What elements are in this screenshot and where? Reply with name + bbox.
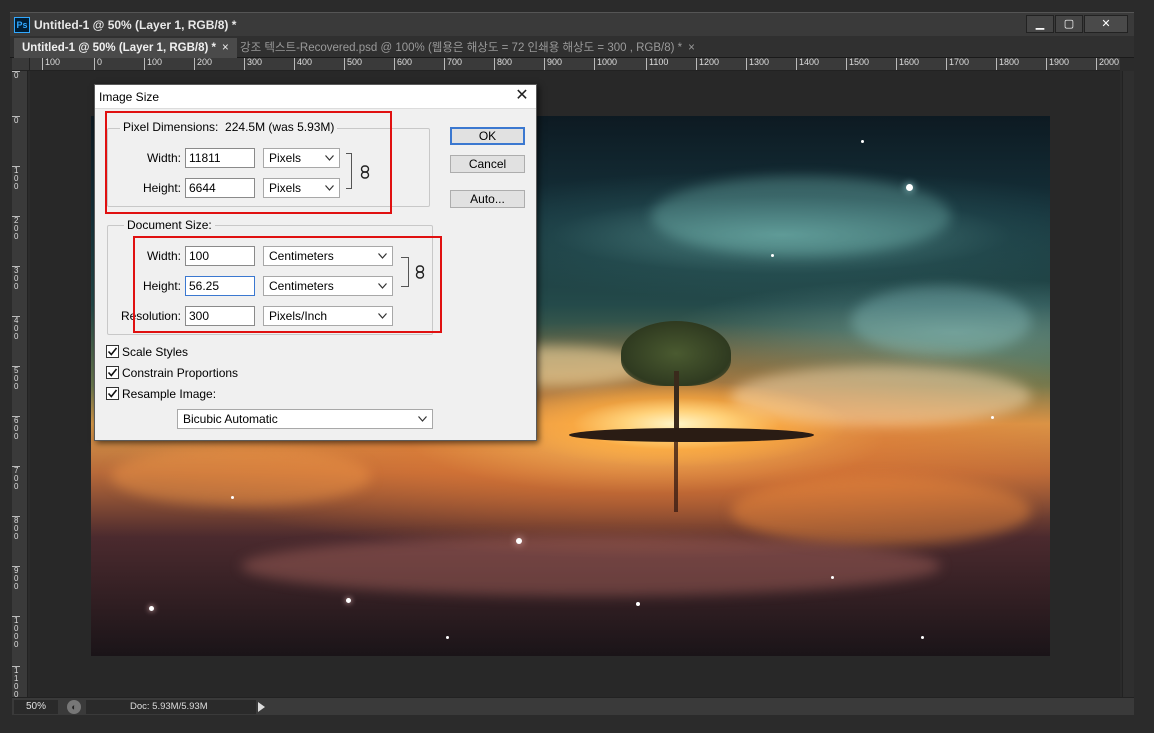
ruler-tick-label: 500 — [344, 58, 362, 70]
vertical-ruler[interactable]: 0 0 100 200 300 400 500 600 700 800 900 1000 1100 — [12, 71, 28, 697]
ruler-tick-label: 900 — [12, 566, 20, 591]
star — [991, 416, 994, 419]
resample-image-checkbox[interactable] — [106, 387, 119, 400]
ruler-tick-label: 1700 — [946, 58, 969, 70]
star — [149, 606, 154, 611]
window-titlebar[interactable]: Ps Untitled-1 @ 50% (Layer 1, RGB/8) * ▁… — [10, 12, 1134, 36]
star — [516, 538, 522, 544]
image-size-dialog: Image Size ✕ Pixel Dimensions: 224.5M (w… — [94, 84, 537, 441]
milky-way — [851, 286, 1031, 356]
star — [831, 576, 834, 579]
dialog-close-icon[interactable]: ✕ — [513, 87, 531, 105]
chevron-down-icon — [418, 416, 427, 422]
ruler-origin[interactable] — [12, 58, 30, 71]
ruler-tick-label: 400 — [12, 316, 20, 341]
ruler-tick-label: 300 — [12, 266, 20, 291]
cloud-shape — [731, 476, 1031, 546]
ruler-tick-label: 1200 — [696, 58, 719, 70]
ruler-tick-label: 800 — [494, 58, 512, 70]
ruler-tick-label: 800 — [12, 516, 20, 541]
tab-close-icon[interactable]: × — [222, 42, 229, 54]
cancel-button[interactable]: Cancel — [450, 155, 525, 173]
tab-recovered-psd[interactable]: 강조 텍스트-Recovered.psd @ 100% (웹용은 해상도 = 7… — [232, 38, 703, 58]
tree-reflection — [674, 442, 678, 512]
ruler-tick-label: 0 — [12, 71, 20, 80]
auto-button[interactable]: Auto... — [450, 190, 525, 208]
ruler-tick-label: 100 — [12, 166, 20, 191]
tab-label: 강조 텍스트-Recovered.psd @ 100% (웹용은 해상도 = 7… — [240, 42, 683, 54]
ruler-tick-label: 900 — [544, 58, 562, 70]
star — [636, 602, 640, 606]
minimize-button[interactable]: ▁ — [1026, 15, 1054, 33]
star — [921, 636, 924, 639]
cloud-shape — [111, 446, 371, 506]
ruler-tick-label: 600 — [12, 416, 20, 441]
star — [771, 254, 774, 257]
close-window-button[interactable]: ✕ — [1084, 15, 1128, 33]
ruler-tick-label: 1000 — [12, 616, 20, 649]
island-shape — [569, 428, 814, 442]
share-icon[interactable]: ◐ — [67, 700, 81, 714]
ruler-tick-label: 1800 — [996, 58, 1019, 70]
checkmark-icon — [107, 389, 118, 398]
ruler-tick-label: 700 — [12, 466, 20, 491]
constrain-proportions-label[interactable]: Constrain Proportions — [122, 366, 238, 380]
ruler-tick-label: 100 — [42, 58, 60, 70]
window-title: Untitled-1 @ 50% (Layer 1, RGB/8) * — [34, 18, 237, 32]
document-tab-bar: Untitled-1 @ 50% (Layer 1, RGB/8) * × 강조 … — [10, 36, 1134, 58]
ruler-tick-label: 1100 — [12, 666, 20, 697]
ruler-tick-label: 0 — [12, 116, 20, 125]
checkmark-icon — [107, 368, 118, 377]
ruler-tick-label: 2000 — [1096, 58, 1119, 70]
ruler-tick-label: 400 — [294, 58, 312, 70]
checkmark-icon — [107, 347, 118, 356]
scale-styles-label[interactable]: Scale Styles — [122, 345, 188, 359]
star — [906, 184, 913, 191]
scale-styles-checkbox[interactable] — [106, 345, 119, 358]
ruler-tick-label: 500 — [12, 366, 20, 391]
ruler-tick-label: 1300 — [746, 58, 769, 70]
ruler-tick-label: 100 — [144, 58, 162, 70]
photoshop-window: Ps Untitled-1 @ 50% (Layer 1, RGB/8) * ▁… — [0, 0, 1154, 733]
star — [446, 636, 449, 639]
tab-close-icon[interactable]: × — [688, 42, 695, 54]
vertical-scrollbar[interactable] — [1122, 71, 1134, 697]
resample-image-label[interactable]: Resample Image: — [122, 387, 216, 401]
ruler-tick-label: 600 — [394, 58, 412, 70]
document-size-info: Doc: 5.93M/5.93M — [86, 700, 256, 714]
highlight-box-pixel-dimensions — [105, 111, 392, 214]
status-menu-arrow-icon[interactable] — [258, 702, 265, 712]
ruler-tick-label: 1100 — [646, 58, 668, 70]
ruler-tick-label: 1900 — [1046, 58, 1069, 70]
constrain-proportions-checkbox[interactable] — [106, 366, 119, 379]
ruler-tick-label: 1500 — [846, 58, 869, 70]
ruler-tick-label: 200 — [194, 58, 212, 70]
zoom-level-field[interactable]: 50% — [14, 700, 58, 714]
star — [346, 598, 351, 603]
ruler-tick-label: 1400 — [796, 58, 819, 70]
star — [861, 140, 864, 143]
ok-button[interactable]: OK — [450, 127, 525, 145]
tree-trunk — [674, 371, 679, 436]
ruler-tick-label: 700 — [444, 58, 462, 70]
photoshop-app-icon: Ps — [14, 17, 30, 33]
dialog-title: Image Size — [99, 90, 160, 104]
maximize-button[interactable]: ▢ — [1055, 15, 1083, 33]
ruler-tick-label: 0 — [94, 58, 102, 70]
star — [231, 496, 234, 499]
cloud-shape — [241, 536, 941, 596]
ruler-tick-label: 300 — [244, 58, 262, 70]
document-size-legend: Document Size: — [124, 218, 215, 232]
highlight-box-document-size — [133, 236, 442, 333]
tab-untitled-1[interactable]: Untitled-1 @ 50% (Layer 1, RGB/8) * × — [14, 38, 237, 58]
ruler-tick-label: 200 — [12, 216, 20, 241]
dialog-titlebar[interactable]: Image Size ✕ — [95, 85, 536, 109]
resample-method-select[interactable]: Bicubic Automatic — [177, 409, 433, 429]
ruler-tick-label: 1000 — [594, 58, 617, 70]
tab-label: Untitled-1 @ 50% (Layer 1, RGB/8) * — [22, 42, 216, 54]
status-bar: 50% ◐ Doc: 5.93M/5.93M — [12, 697, 1134, 715]
horizontal-ruler[interactable]: 100 0 100 200 300 400 500 600 700 800 900 1000 1100 1… — [30, 58, 1120, 71]
cloud-shape — [731, 366, 1031, 426]
ruler-tick-label: 1600 — [896, 58, 919, 70]
